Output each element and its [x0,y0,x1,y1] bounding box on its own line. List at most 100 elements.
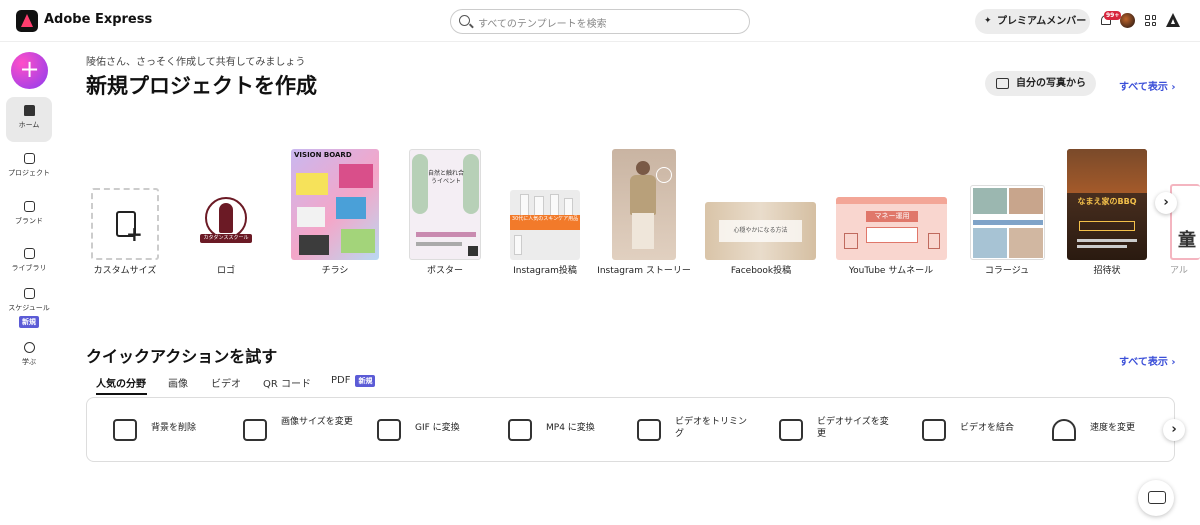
tile-label: YouTube サムネール [848,266,934,276]
sidebar-item-label: ライブラリ [11,264,47,272]
mp4-icon [508,419,532,441]
logo-preview[interactable]: カタダンススクール [199,195,253,249]
sidebar-item-library[interactable]: ライブラリ [6,240,52,273]
youtube-preview-text: マネー運用 [866,211,918,222]
avatar[interactable] [1120,13,1135,28]
trim-video-icon [637,419,661,441]
sidebar-item-label: ブランド [15,217,43,225]
quick-action-merge-video[interactable]: ビデオを結合 [922,416,1032,446]
custom-size-card[interactable]: + [91,188,159,260]
premium-label: プレミアムメンバー [997,16,1087,27]
resize-video-icon [779,419,803,441]
new-badge: 新規 [355,375,376,387]
adobe-icon[interactable] [1166,13,1180,27]
facebook-post-preview-text: 心穏やかになる方法 [719,220,802,242]
library-icon [23,248,35,259]
quick-action-label: MP4 に変換 [546,423,595,433]
tab-popular[interactable]: 人気の分野 [96,375,146,390]
sidebar-item-label: ホーム [18,121,40,129]
flyer-preview-text: VISION BOARD [294,151,352,159]
sidebar-item-schedule[interactable]: スケジュール 新規 [6,280,52,328]
instagram-post-preview[interactable]: 30代に人気のスキンケア用品 [510,190,580,260]
see-all-label: すべて表示 [1119,82,1168,93]
tab-video[interactable]: ビデオ [211,375,241,390]
greeting: 陵佑さん、さっそく作成して共有してみましょう [86,57,306,68]
quick-action-label: ビデオサイズを変更 [817,417,889,439]
quick-actions-panel: 背景を削除 画像サイズを変更 GIF に変換 MP4 に変換 ビデオをトリミング… [86,397,1175,462]
invitation-preview[interactable]: なまえ家のBBQ [1067,149,1147,260]
sidebar-item-label: スケジュール [8,304,50,312]
quick-action-label: ビデオを結合 [960,423,1015,433]
from-my-photo-button[interactable]: 自分の写真から [985,71,1096,96]
calendar-icon [23,288,35,299]
quick-action-trim-video[interactable]: ビデオをトリミング [637,416,757,446]
image-icon [113,419,137,441]
quick-see-all-link[interactable]: すべて表示 › [1119,353,1176,368]
projects-icon [23,153,35,164]
quick-action-label: 速度を変更 [1090,423,1136,433]
sidebar-item-learn[interactable]: 学ぶ [6,334,52,367]
sidebar-item-label: プロジェクト [8,169,50,177]
top-bar: Adobe Express すべてのテンプレートを検索 ✦ プレミアムメンバー … [0,0,1200,42]
quick-action-label: ビデオをトリミング [675,417,748,439]
sidebar: + ホーム プロジェクト ブランド ライブラリ スケジュール 新規 学ぶ [0,42,60,525]
see-all-label: すべて表示 [1119,357,1168,368]
quick-action-label: 背景を削除 [151,423,197,433]
tab-qr-code[interactable]: QR コード [263,375,311,390]
album-preview-text: 童 [1178,230,1196,251]
collage-preview[interactable] [970,185,1045,260]
youtube-thumbnail-preview[interactable]: マネー運用 [836,197,947,260]
crown-icon: ✦ [984,16,992,26]
notification-badge: 99+ [1104,11,1122,20]
apps-grid-icon[interactable] [1145,15,1156,26]
page-title: 新規プロジェクトを作成 [86,74,317,98]
tab-pdf[interactable]: PDF 新規 [331,375,376,387]
search-placeholder: すべてのテンプレートを検索 [478,19,607,30]
poster-preview[interactable]: 自然と触れ合うイベント [409,149,481,260]
premium-member-button[interactable]: ✦ プレミアムメンバー [975,9,1090,34]
lightbulb-icon [23,342,35,353]
search-input[interactable]: すべてのテンプレートを検索 [450,9,750,34]
plus-icon: + [126,222,143,246]
quick-action-change-speed[interactable]: 速度を変更 [1052,416,1162,446]
quick-action-resize-video[interactable]: ビデオサイズを変更 [779,416,899,446]
tile-label: ロゴ [216,266,235,276]
photo-icon [996,78,1009,89]
speed-icon [1052,419,1076,441]
tile-label: チラシ [321,266,349,276]
tile-label: Instagram ストーリー [597,266,691,276]
tile-label: Facebook投稿 [730,266,792,276]
invitation-preview-text: なまえ家のBBQ [1077,197,1137,206]
templates-next-button[interactable]: › [1155,192,1177,214]
poster-preview-text: 自然と触れ合うイベント [428,170,465,185]
quick-actions-next-button[interactable]: › [1163,419,1185,441]
quick-action-label: GIF に変換 [415,423,460,433]
quick-action-resize-image[interactable]: 画像サイズを変更 [243,416,353,446]
gif-icon [377,419,401,441]
quick-action-remove-background[interactable]: 背景を削除 [113,416,223,446]
tab-image[interactable]: 画像 [168,375,188,390]
instagram-story-preview[interactable] [612,149,676,260]
sidebar-item-brand[interactable]: ブランド [6,193,52,226]
quick-action-convert-mp4[interactable]: MP4 に変換 [508,416,618,446]
sidebar-item-projects[interactable]: プロジェクト [6,145,52,178]
sidebar-item-home[interactable]: ホーム [6,97,52,142]
see-all-link[interactable]: すべて表示 › [1119,78,1176,93]
quick-action-label: 画像サイズを変更 [281,417,353,427]
sidebar-item-label: 学ぶ [22,358,36,366]
new-badge: 新規 [19,316,39,328]
logo-preview-text: カタダンススクール [200,234,252,243]
chat-icon[interactable] [1138,480,1174,516]
resize-image-icon [243,419,267,441]
facebook-post-preview[interactable]: 心穏やかになる方法 [705,202,816,260]
flyer-preview[interactable]: VISION BOARD [291,149,379,260]
tile-label: 招待状 [1093,266,1121,276]
brand-icon [23,201,35,212]
from-photo-label: 自分の写真から [1016,78,1086,89]
search-icon [459,15,470,26]
create-new-button[interactable]: + [11,52,48,89]
quick-action-convert-gif[interactable]: GIF に変換 [377,416,487,446]
adobe-express-logo-icon[interactable] [16,10,38,32]
app-title[interactable]: Adobe Express [44,12,152,27]
merge-video-icon [922,419,946,441]
